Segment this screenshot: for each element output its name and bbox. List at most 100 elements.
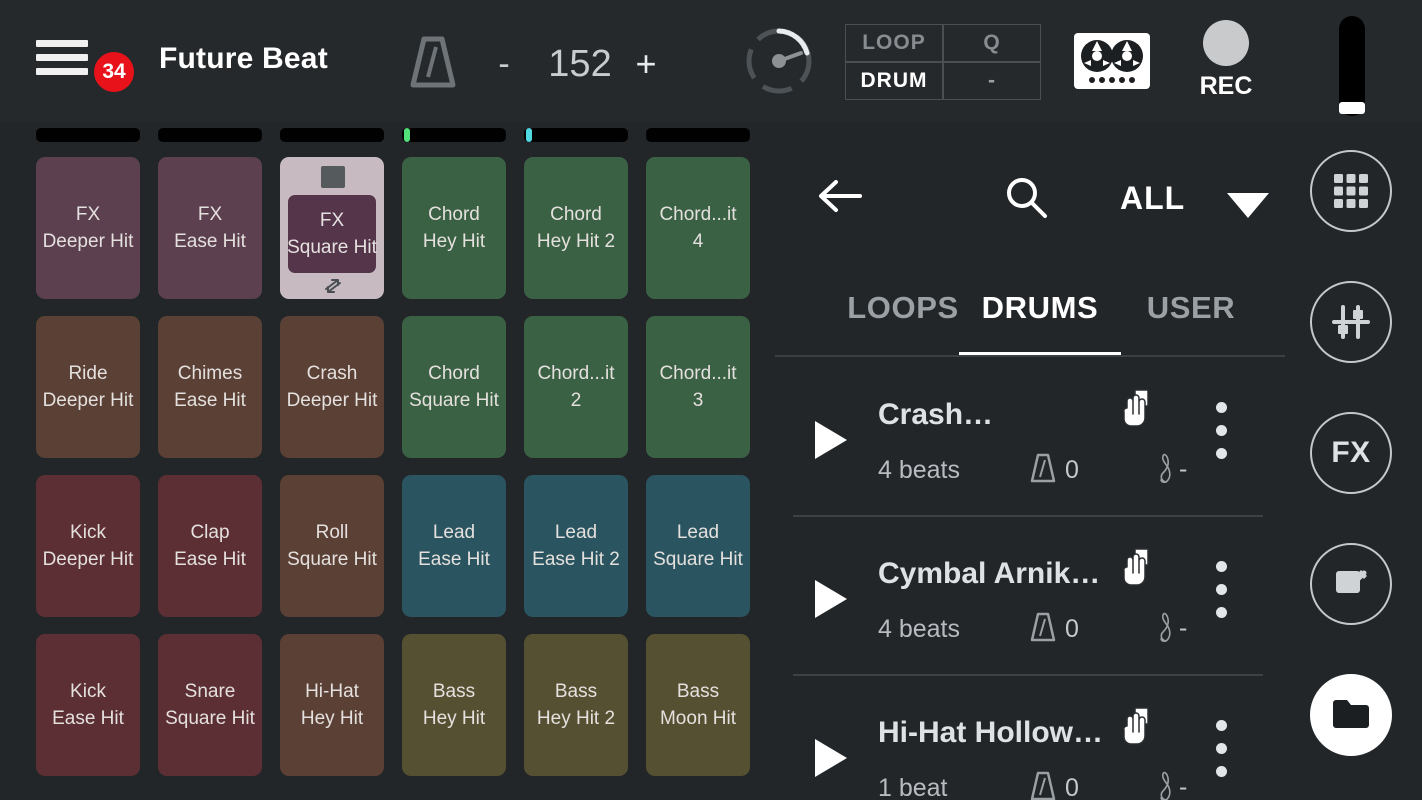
record-button[interactable]: REC [1196, 20, 1256, 102]
tap-hand-icon[interactable] [1115, 706, 1155, 754]
sound-tempo-value: 0 [1065, 774, 1079, 800]
grid-pads-button[interactable] [1310, 150, 1392, 232]
pad-label-line2: Deeper Hit [286, 390, 378, 411]
tab-user[interactable]: USER [1115, 284, 1267, 356]
pad[interactable]: Kick Ease Hit [36, 634, 140, 776]
pad-slot: Snare Square Hit [158, 634, 262, 793]
row-more-menu[interactable] [1216, 720, 1228, 778]
sound-list-row[interactable]: Hi-Hat Hollow… 1 beat 0 - [775, 676, 1285, 800]
treble-clef-icon [1157, 448, 1175, 486]
app-root: 34 Future Beat - 152 + LOOP DRUM Q - REC… [0, 0, 1422, 800]
sound-beats: 4 beats [878, 615, 961, 643]
pad-slot: Chord...it 4 [646, 157, 750, 316]
sound-key-value: - [1179, 455, 1188, 483]
pad-label-line1: Chord [550, 204, 602, 225]
quantize-value[interactable]: - [943, 62, 1041, 100]
pad[interactable]: Chord...it 2 [524, 316, 628, 458]
pad-label-line2: Hey Hit [300, 708, 364, 729]
pad-slot: Bass Hey Hit 2 [524, 634, 628, 793]
pad-indicator-bar [646, 128, 750, 142]
pad[interactable]: Lead Ease Hit 2 [524, 475, 628, 617]
loop-drum-selector: LOOP DRUM Q - [845, 24, 1041, 100]
tempo-decrease-button[interactable]: - [484, 40, 524, 88]
tape-recorder-icon[interactable] [1074, 33, 1150, 89]
menu-button[interactable]: 34 [36, 37, 134, 92]
pad[interactable]: Chord...it 4 [646, 157, 750, 299]
loop-button[interactable]: LOOP [845, 24, 943, 62]
play-icon[interactable] [812, 578, 850, 620]
chevron-down-icon[interactable] [1225, 190, 1271, 220]
pad-label-line1: FX [319, 210, 345, 231]
pad[interactable]: Bass Moon Hit [646, 634, 750, 776]
pad[interactable]: Lead Ease Hit [402, 475, 506, 617]
search-icon[interactable] [1003, 174, 1049, 220]
drum-button[interactable]: DRUM [845, 62, 943, 100]
pad[interactable]: Chord Hey Hit [402, 157, 506, 299]
sound-title: Cymbal Arnik… [878, 557, 1101, 590]
sound-list-row[interactable]: Crash… 4 beats 0 - [775, 358, 1285, 517]
pad[interactable]: FX Ease Hit [158, 157, 262, 299]
pad[interactable]: Crash Deeper Hit [280, 316, 384, 458]
sound-browser-panel: ALL LOOPS DRUMS USER Crash… 4 beats 0- Cymbal… [775, 122, 1285, 800]
row-more-menu[interactable] [1216, 561, 1228, 619]
pad-label-line2: Square Hit [653, 549, 743, 570]
play-icon[interactable] [812, 419, 850, 461]
pad[interactable]: Roll Square Hit [280, 475, 384, 617]
sound-key-value: - [1179, 614, 1188, 642]
pad-label-line1: Snare [184, 681, 236, 702]
play-icon[interactable] [812, 737, 850, 779]
folder-button[interactable] [1310, 674, 1392, 756]
pad-indicator-bar [158, 128, 262, 142]
pad-slot: Lead Ease Hit 2 [524, 475, 628, 634]
pad[interactable]: Chord...it 3 [646, 316, 750, 458]
back-button[interactable] [816, 178, 864, 214]
metronome-icon [1029, 611, 1057, 643]
pad-slot: Bass Moon Hit [646, 634, 750, 793]
swap-arrows-icon[interactable] [322, 277, 344, 295]
volume-slider[interactable] [1339, 16, 1365, 116]
pad[interactable]: Chord Hey Hit 2 [524, 157, 628, 299]
pad[interactable]: Snare Square Hit [158, 634, 262, 776]
treble-clef-icon [1157, 607, 1175, 645]
pad-stop-square-icon[interactable] [321, 166, 345, 188]
edit-button[interactable] [1310, 543, 1392, 625]
pad-slot: Chimes Ease Hit [158, 316, 262, 475]
tempo-increase-button[interactable]: + [626, 40, 666, 88]
pad-label-line2: Square Hit [287, 549, 377, 570]
pad[interactable]: Bass Hey Hit [402, 634, 506, 776]
tempo-value[interactable]: 152 [530, 38, 630, 90]
tap-hand-icon[interactable] [1115, 388, 1155, 436]
hamburger-line [36, 68, 88, 75]
pad-slot: FX Ease Hit [158, 157, 262, 316]
pad[interactable]: Lead Square Hit [646, 475, 750, 617]
mixer-button[interactable] [1310, 281, 1392, 363]
pad-slot: Chord Square Hit [402, 316, 506, 475]
pad-label-line1: Bass [676, 681, 720, 702]
tab-drums[interactable]: DRUMS [959, 284, 1121, 356]
folder-icon [1333, 700, 1369, 728]
metronome-icon[interactable] [405, 33, 461, 91]
pad-label-line1: Lead [432, 522, 476, 543]
row-more-menu[interactable] [1216, 402, 1228, 460]
pad[interactable]: Bass Hey Hit 2 [524, 634, 628, 776]
tempo-knob[interactable] [742, 24, 816, 98]
pad[interactable]: Ride Deeper Hit [36, 316, 140, 458]
pad-selected-wrapper[interactable]: FX Square Hit [280, 157, 384, 299]
pad[interactable]: FX Deeper Hit [36, 157, 140, 299]
tap-hand-icon[interactable] [1115, 547, 1155, 595]
volume-handle[interactable] [1339, 102, 1365, 114]
pad-label-line2: Hey Hit 2 [536, 708, 616, 729]
pad[interactable]: Hi-Hat Hey Hit [280, 634, 384, 776]
sound-list-row[interactable]: Cymbal Arnik… 4 beats 0 - [775, 517, 1285, 676]
pad-label-line2: Hey Hit [422, 231, 486, 252]
filter-all-button[interactable]: ALL [1120, 180, 1185, 217]
fx-button[interactable]: FX [1310, 412, 1392, 494]
quantize-label[interactable]: Q [943, 24, 1041, 62]
pad-indicator-bar [280, 128, 384, 142]
pad[interactable]: Chord Square Hit [402, 316, 506, 458]
pad[interactable]: FX Square Hit [287, 195, 377, 273]
pad[interactable]: Chimes Ease Hit [158, 316, 262, 458]
pad[interactable]: Clap Ease Hit [158, 475, 262, 617]
pad[interactable]: Kick Deeper Hit [36, 475, 140, 617]
right-rail: FX [1310, 150, 1392, 800]
